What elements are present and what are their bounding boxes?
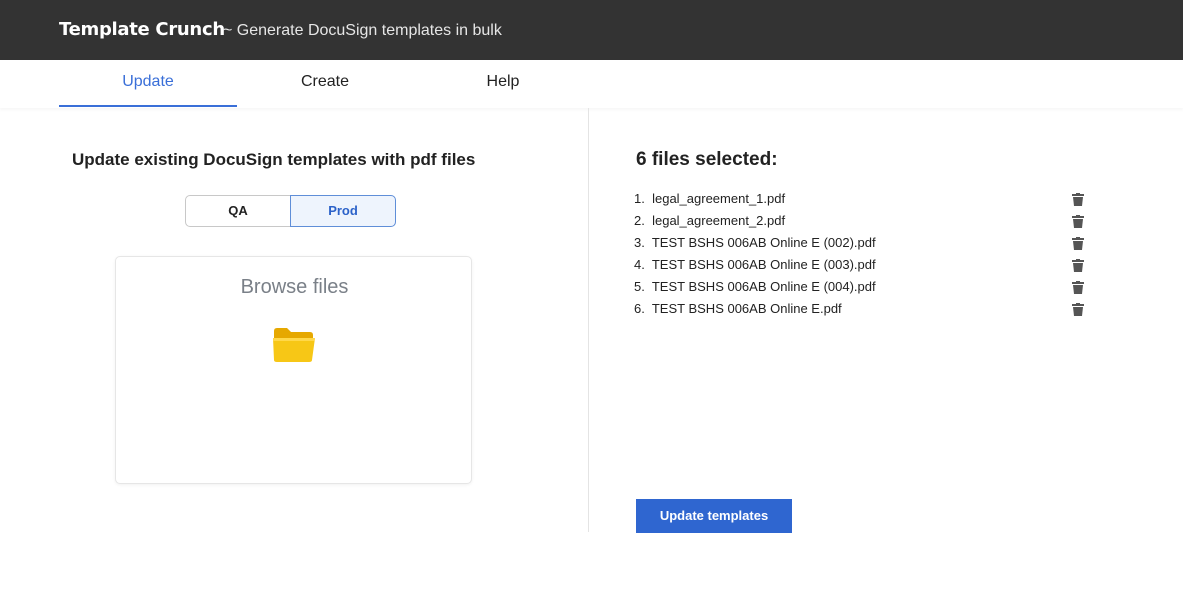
trash-icon[interactable] xyxy=(1072,259,1084,272)
file-list-item: 3. TEST BSHS 006AB Online E (002).pdf xyxy=(634,233,1094,255)
environment-toggle: QA Prod xyxy=(185,195,396,227)
file-number: 6. xyxy=(634,301,649,316)
file-name: TEST BSHS 006AB Online E (003).pdf xyxy=(651,257,876,272)
file-name: legal_agreement_1.pdf xyxy=(652,191,786,206)
env-qa-button[interactable]: QA xyxy=(185,195,291,227)
tab-help[interactable]: Help xyxy=(414,60,592,107)
file-list-item: 2. legal_agreement_2.pdf xyxy=(634,211,1094,233)
file-number: 4. xyxy=(634,257,649,272)
trash-icon[interactable] xyxy=(1072,303,1084,316)
file-name: TEST BSHS 006AB Online E.pdf xyxy=(651,301,842,316)
update-templates-button[interactable]: Update templates xyxy=(636,499,792,533)
file-name: TEST BSHS 006AB Online E (002).pdf xyxy=(651,235,876,250)
tab-update[interactable]: Update xyxy=(59,60,237,107)
files-selected-heading: 6 files selected: xyxy=(636,149,778,170)
file-list: 1. legal_agreement_1.pdf 2. legal_agreem… xyxy=(634,189,1094,321)
trash-icon[interactable] xyxy=(1072,215,1084,228)
file-dropzone[interactable]: Browse files xyxy=(115,256,472,484)
top-bar: Template Crunch ~ Generate DocuSign temp… xyxy=(0,0,1183,60)
file-list-item: 6. TEST BSHS 006AB Online E.pdf xyxy=(634,299,1094,321)
env-prod-button[interactable]: Prod xyxy=(290,195,396,227)
folder-icon xyxy=(273,328,315,362)
file-list-item: 1. legal_agreement_1.pdf xyxy=(634,189,1094,211)
trash-icon[interactable] xyxy=(1072,193,1084,206)
trash-icon[interactable] xyxy=(1072,281,1084,294)
file-name: TEST BSHS 006AB Online E (004).pdf xyxy=(651,279,876,294)
trash-icon[interactable] xyxy=(1072,237,1084,250)
panel-divider xyxy=(588,108,589,532)
file-list-item: 5. TEST BSHS 006AB Online E (004).pdf xyxy=(634,277,1094,299)
file-number: 5. xyxy=(634,279,649,294)
tab-bar: Update Create Help xyxy=(0,60,1183,108)
file-number: 2. xyxy=(634,213,649,228)
update-heading: Update existing DocuSign templates with … xyxy=(72,150,476,169)
file-number: 1. xyxy=(634,191,649,206)
app-title: Template Crunch xyxy=(59,19,225,40)
app-subtitle: ~ Generate DocuSign templates in bulk xyxy=(223,22,502,39)
browse-files-label: Browse files xyxy=(240,276,349,298)
file-number: 3. xyxy=(634,235,649,250)
file-list-item: 4. TEST BSHS 006AB Online E (003).pdf xyxy=(634,255,1094,277)
tab-create[interactable]: Create xyxy=(236,60,414,107)
file-name: legal_agreement_2.pdf xyxy=(652,213,786,228)
